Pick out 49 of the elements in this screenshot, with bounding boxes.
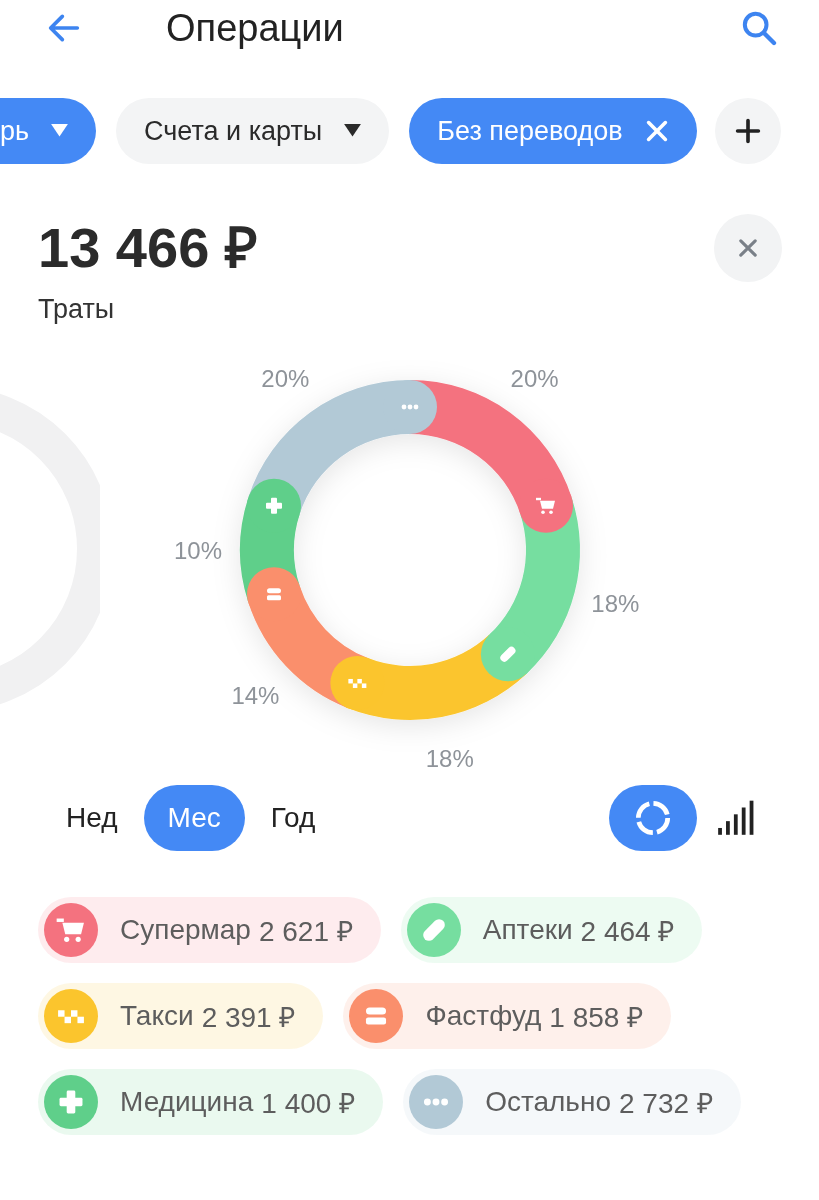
plus-icon: [266, 497, 282, 514]
percent-label: 20%: [261, 365, 310, 393]
burger-icon: [349, 989, 404, 1043]
percent-label: 20%: [510, 365, 559, 393]
category-chip[interactable]: Остально 2 732 ₽: [403, 1069, 741, 1135]
filter-chip[interactable]: Счета и карты: [116, 98, 390, 164]
dots-icon: [401, 404, 419, 410]
category-amount: 1 858 ₽: [549, 1001, 644, 1035]
plus-icon: [44, 1075, 98, 1129]
category-name: Супермар: [120, 914, 251, 946]
total-amount: 13 466 ₽: [38, 215, 258, 281]
category-name: Медицина: [120, 1086, 254, 1118]
category-name: Фастфуд: [425, 1000, 542, 1032]
period-tab[interactable]: Мес: [143, 785, 245, 851]
category-amount: 2 391 ₽: [201, 1001, 296, 1035]
category-name: Аптеки: [482, 914, 573, 946]
period-tab[interactable]: Год: [250, 785, 336, 851]
category-amount: 2 621 ₽: [258, 915, 353, 949]
category-amount: 2 732 ₽: [619, 1087, 713, 1121]
category-chip[interactable]: Аптеки 2 464 ₽: [400, 897, 703, 963]
category-amount: 1 400 ₽: [261, 1087, 356, 1121]
caret-icon: [51, 124, 69, 138]
close-icon[interactable]: [644, 119, 669, 143]
category-name: Остально: [485, 1086, 611, 1118]
plus-icon: [734, 118, 761, 144]
filter-chip[interactable]: рь: [0, 98, 97, 164]
category-chip[interactable]: Супермар 2 621 ₽: [38, 897, 381, 963]
checker-icon: [348, 678, 367, 688]
filter-chip[interactable]: Без переводов: [409, 98, 697, 164]
close-icon: [736, 236, 760, 260]
category-chip[interactable]: Медицина 1 400 ₽: [38, 1069, 384, 1135]
cart-icon: [44, 903, 98, 957]
cart-icon: [536, 497, 555, 515]
period-tab[interactable]: Нед: [46, 785, 138, 851]
total-caption: Траты: [38, 294, 116, 325]
category-chip[interactable]: Фастфуд 1 858 ₽: [343, 983, 672, 1049]
page-title: Операции: [166, 6, 344, 50]
burger-icon: [267, 588, 281, 601]
percent-label: 18%: [425, 745, 474, 773]
percent-label: 10%: [174, 537, 222, 564]
dots-icon: [409, 1075, 464, 1129]
category-name: Такси: [120, 1000, 194, 1032]
checker-icon: [44, 989, 98, 1043]
percent-label: 14%: [231, 682, 280, 710]
percent-label: 18%: [591, 589, 640, 617]
caret-icon: [344, 124, 362, 138]
pill-icon: [406, 903, 461, 957]
category-amount: 2 464 ₽: [580, 915, 675, 949]
category-chip[interactable]: Такси 2 391 ₽: [38, 983, 324, 1049]
